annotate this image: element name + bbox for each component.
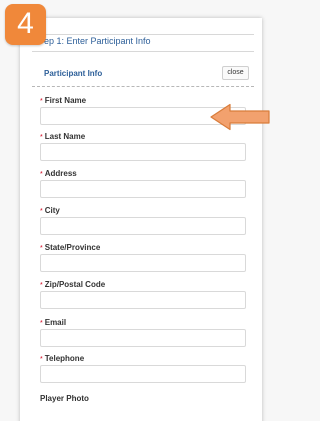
address-label: * Address	[40, 169, 77, 178]
section-title: Participant Info	[44, 69, 103, 78]
last-name-label-text: Last Name	[44, 132, 86, 141]
city-input[interactable]	[40, 217, 246, 235]
state-province-label: * State/Province	[40, 243, 100, 252]
email-label-text: Email	[44, 318, 67, 327]
step-number-badge: 4	[5, 4, 46, 45]
telephone-label: * Telephone	[40, 354, 84, 363]
last-name-field: * Last Name	[32, 132, 246, 164]
email-input[interactable]	[40, 329, 246, 347]
last-name-label: * Last Name	[40, 132, 85, 141]
first-name-label: * First Name	[40, 96, 86, 105]
arrow-left-icon	[210, 103, 270, 131]
city-label: * City	[40, 206, 60, 215]
zip-postal-code-label: * Zip/Postal Code	[40, 280, 105, 289]
required-marker: *	[40, 282, 43, 289]
first-name-label-text: First Name	[44, 96, 87, 105]
zip-postal-code-label-text: Zip/Postal Code	[44, 280, 106, 289]
required-marker: *	[40, 134, 43, 141]
telephone-label-text: Telephone	[44, 354, 85, 363]
email-label: * Email	[40, 318, 66, 327]
section-header: Participant Info close	[32, 66, 254, 86]
telephone-input[interactable]	[40, 365, 246, 383]
required-marker: *	[40, 208, 43, 215]
address-field: * Address	[32, 169, 246, 201]
step-title: ep 1: Enter Participant Info	[44, 36, 151, 46]
state-province-input[interactable]	[40, 254, 246, 272]
address-input[interactable]	[40, 180, 246, 198]
email-field: * Email	[32, 318, 246, 350]
telephone-field: * Telephone	[32, 354, 246, 386]
required-marker: *	[40, 356, 43, 363]
state-province-label-text: State/Province	[44, 243, 101, 252]
required-marker: *	[40, 98, 43, 105]
step-number: 4	[17, 7, 34, 40]
step-header: ep 1: Enter Participant Info	[32, 34, 254, 52]
required-marker: *	[40, 245, 43, 252]
required-marker: *	[40, 320, 43, 327]
page: ep 1: Enter Participant Info Participant…	[0, 0, 272, 421]
state-province-field: * State/Province	[32, 243, 246, 275]
address-label-text: Address	[44, 169, 77, 178]
close-button[interactable]: close	[222, 66, 249, 80]
zip-postal-code-field: * Zip/Postal Code	[32, 280, 246, 312]
player-photo-label: Player Photo	[40, 394, 89, 403]
section-divider	[32, 86, 254, 87]
last-name-input[interactable]	[40, 143, 246, 161]
city-label-text: City	[44, 206, 60, 215]
city-field: * City	[32, 206, 246, 238]
required-marker: *	[40, 171, 43, 178]
zip-postal-code-input[interactable]	[40, 291, 246, 309]
form-panel: ep 1: Enter Participant Info Participant…	[20, 18, 262, 421]
